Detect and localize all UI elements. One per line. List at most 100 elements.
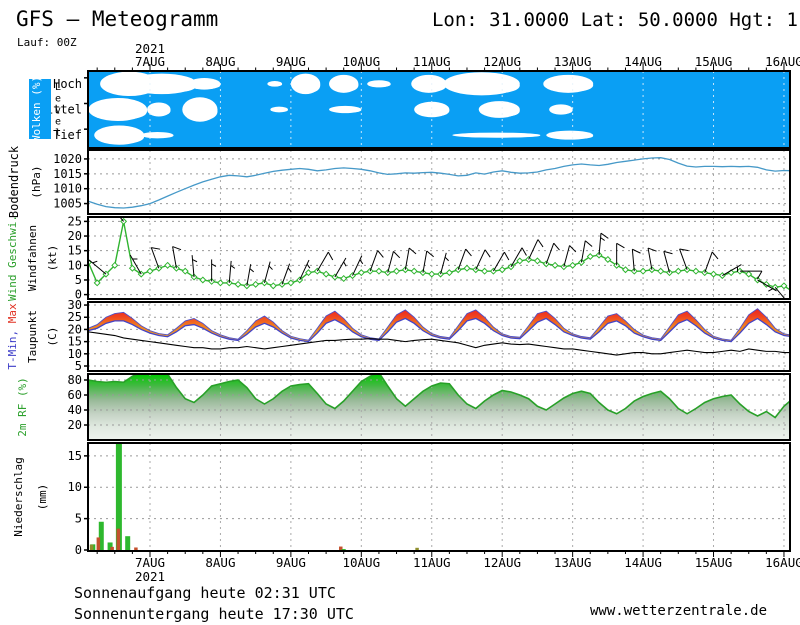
day-label-bottom: 8AUG: [205, 555, 235, 570]
day-label-top: 9AUG: [276, 54, 306, 69]
precip-bar: [117, 529, 121, 550]
wind-barb: [370, 251, 378, 272]
wind-marker: [394, 268, 400, 274]
level-letter: v: [55, 105, 61, 116]
wind-marker: [535, 258, 541, 264]
precip-bar: [342, 549, 346, 550]
wind-barb: [664, 251, 670, 272]
wind-marker: [491, 268, 497, 274]
wind-barb: [546, 243, 554, 264]
sunset-text: Sonnenuntergang heute 17:30 UTC: [74, 605, 354, 623]
wind-barb: [581, 241, 585, 263]
year-label-top: 2021: [135, 41, 165, 56]
humidity-tick: 60: [68, 388, 82, 402]
day-label-bottom: 7AUG: [135, 555, 165, 570]
day-label-bottom: 11AUG: [413, 555, 451, 570]
wind-marker: [464, 265, 470, 271]
day-label-top: 13AUG: [554, 54, 592, 69]
wind-barb: [648, 248, 652, 270]
panel-precipitation: 051015Niederschlag(mm): [12, 440, 790, 557]
precip-bar: [125, 536, 130, 550]
panel-temperature: 51015202530T-Min, MaxTaupunkt(C): [6, 298, 793, 373]
humidity-tick: 40: [68, 403, 82, 417]
wind-tick: 5: [75, 273, 82, 287]
day-label-top: 11AUG: [413, 54, 451, 69]
wind-marker: [623, 267, 629, 273]
wind-barb: [192, 255, 194, 277]
wind-marker: [561, 264, 567, 270]
temp-axis-title: T-Min, Max: [6, 303, 19, 370]
page-title: GFS – Meteogramm: [16, 7, 218, 31]
temp-tick: 30: [68, 298, 82, 312]
precip-tick: 0: [75, 543, 82, 557]
wind-marker: [359, 270, 365, 276]
wind-barb: [476, 250, 485, 270]
wind-marker: [499, 267, 505, 273]
precip-tick: 10: [68, 480, 82, 494]
panel-pressure: 1005101010151020Bodendruck(hPa): [7, 145, 793, 218]
day-label-top: 10AUG: [342, 54, 380, 69]
panel-humidity: 204060802m RF (%): [16, 371, 793, 440]
day-label-top: 14AUG: [624, 54, 662, 69]
temp-tick: 10: [68, 347, 82, 361]
dewpoint-line: [88, 332, 792, 355]
humidity-area: [88, 371, 793, 440]
temp-unit: (C): [46, 327, 59, 347]
panel-wind: 0510152025Wind Geschwi.Windfahnen(kt): [6, 203, 800, 311]
header-coordinates: Lon: 31.0000 Lat: 50.0000 Hgt: 1: [432, 9, 798, 31]
wind-barb: [335, 258, 346, 277]
precip-bar: [415, 548, 419, 550]
wind-tick: 10: [68, 258, 82, 272]
wind-barb-title: Windfahnen: [26, 225, 39, 291]
wind-marker: [676, 268, 682, 274]
wind-barb: [458, 249, 466, 270]
day-label-bottom: 12AUG: [483, 555, 521, 570]
day-label-top: 16AUG: [765, 54, 800, 69]
clouds-axis-label: Wolken (%): [30, 76, 43, 142]
wind-marker: [376, 268, 382, 274]
day-label-bottom: 15AUG: [695, 555, 733, 570]
day-label-bottom: 14AUG: [624, 555, 662, 570]
level-letter: l: [55, 128, 61, 139]
wind-marker: [270, 283, 276, 289]
wind-barb: [89, 260, 106, 274]
wind-marker: [658, 268, 664, 274]
precip-bar: [90, 545, 94, 550]
pressure-tick: 1015: [53, 167, 82, 181]
wind-marker: [200, 277, 206, 283]
wind-barb: [388, 251, 394, 272]
level-letter: L: [55, 82, 61, 93]
precip-unit: (mm): [36, 484, 49, 511]
wind-marker: [693, 268, 699, 274]
wind-marker: [323, 271, 329, 277]
level-letter: e: [55, 117, 61, 128]
precip-bar: [134, 547, 138, 550]
pressure-axis-title: Bodendruck: [7, 145, 21, 218]
temp-tick: 5: [75, 359, 82, 373]
panel-clouds: HochMittelTiefWolken (%)Level: [29, 71, 790, 148]
wind-tick: 15: [68, 244, 82, 258]
precip-tick: 15: [68, 449, 82, 463]
day-label-bottom: 10AUG: [342, 555, 380, 570]
wind-marker: [147, 268, 153, 274]
wind-barb: [229, 261, 231, 283]
wind-marker: [314, 268, 320, 274]
year-label-bottom: 2021: [135, 569, 165, 584]
wind-marker: [411, 268, 417, 274]
wind-marker: [447, 270, 453, 276]
pressure-tick: 1020: [53, 152, 82, 166]
pressure-tick: 1010: [53, 182, 82, 196]
wind-barb: [564, 246, 570, 267]
wind-marker: [429, 271, 435, 277]
humidity-tick: 80: [68, 373, 82, 387]
wind-barb: [423, 251, 427, 273]
wind-tick: 20: [68, 229, 82, 243]
wind-marker: [473, 267, 479, 273]
wind-marker: [288, 280, 294, 286]
day-label-top: 7AUG: [135, 54, 165, 69]
meteogram-page: HochMittelTiefWolken (%)Level10051010101…: [0, 0, 800, 625]
wind-marker: [218, 280, 224, 286]
temp-tick: 15: [68, 335, 82, 349]
wind-marker: [262, 280, 268, 286]
wind-barb: [282, 264, 290, 285]
